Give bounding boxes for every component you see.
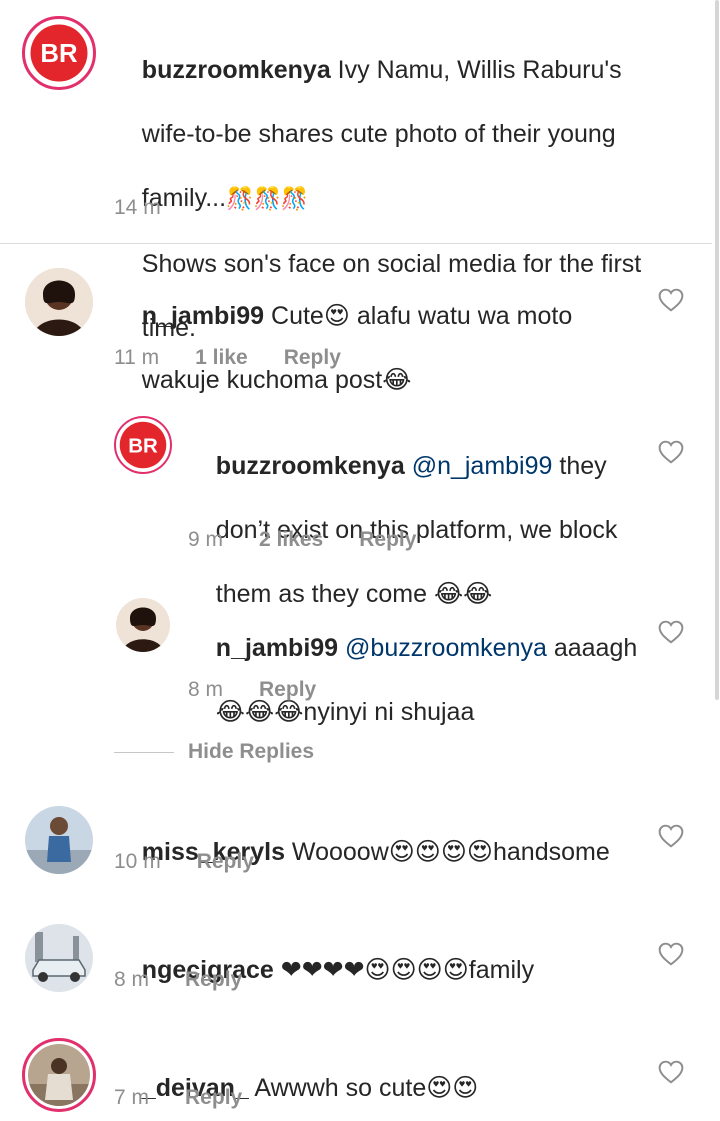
comment-meta: 7 m Reply [114,1086,242,1110]
like-heart-button[interactable] [658,1060,684,1084]
comment-time: 8 m [114,968,150,991]
comment-line1: Cute😍 alafu watu wa moto [264,302,573,330]
reply-button[interactable]: Reply [284,346,341,370]
reply-avatar[interactable]: BR [114,416,172,474]
like-heart-button[interactable] [658,288,684,312]
comment-avatar[interactable] [25,924,93,992]
user-avatar-icon [25,268,93,336]
user-avatar-icon [28,1044,90,1106]
hide-replies-label: Hide Replies [188,740,315,763]
like-heart-button[interactable] [658,620,684,644]
reply-line1: they [552,452,607,480]
reply-mention[interactable]: @n_jambi99 [412,452,553,480]
reply-likes[interactable]: 2 likes [259,528,323,552]
comment-line2: wakuje kuchoma post😂 [141,366,412,394]
like-heart-button[interactable] [658,942,684,966]
reply-meta: 8 m Reply [188,678,316,702]
comment-username[interactable]: n_jambi99 [142,302,264,330]
user-avatar-icon [116,598,170,652]
caption-meta: 14 m [114,196,161,220]
comment-time: 7 m [114,1086,150,1109]
caption-time: 14 m [114,196,161,219]
scrollbar-thumb[interactable] [715,0,719,700]
comment-avatar[interactable] [25,806,93,874]
comment-meta: 10 m Reply [114,850,254,874]
like-heart-button[interactable] [658,824,684,848]
heart-icon [658,942,684,966]
comment-likes[interactable]: 1 like [195,346,248,370]
reply-button[interactable]: Reply [197,850,254,874]
reply-time: 9 m [188,528,224,551]
caption-line3-emoji: 🎊🎊🎊 [226,187,309,212]
caption-line2: wife-to-be shares cute photo of their yo… [141,120,616,148]
reply-line1: aaaagh [546,634,638,662]
reply-meta: 9 m 2 likes Reply [188,528,416,552]
comment-time: 11 m [114,346,160,369]
caption-line1: Ivy Namu, Willis Raburu's [330,56,622,84]
heart-icon [658,620,684,644]
reply-avatar[interactable] [116,598,170,652]
reply-time: 8 m [188,678,224,701]
heart-icon [658,824,684,848]
hide-replies-button[interactable]: Hide Replies [114,740,314,764]
comment-time: 10 m [114,850,161,873]
comment-line1: Awwwh so cute😍😍 [248,1074,479,1102]
hide-replies-line [114,751,174,753]
reply-username[interactable]: buzzroomkenya [216,452,405,480]
reply-button[interactable]: Reply [359,528,416,552]
comment-line1: Woooow😍😍😍😍handsome [284,838,610,866]
heart-icon [658,288,684,312]
svg-text:BR: BR [40,40,78,68]
comment-meta: 8 m Reply [114,968,242,992]
post-caption: BR buzzroomkenya Ivy Namu, Willis Raburu… [0,0,712,342]
reply-line2: 😂😂😂nyinyi ni shujaa [215,698,475,726]
svg-text:BR: BR [128,434,158,457]
comment-avatar[interactable] [22,1038,96,1112]
comment-meta: 11 m 1 like Reply [114,346,341,370]
reply-button[interactable]: Reply [185,1086,242,1110]
heart-icon [658,1060,684,1084]
caption-avatar[interactable]: BR [22,16,96,90]
comment-line1: ❤❤❤❤😍😍😍😍family [273,956,535,984]
user-avatar-icon [25,806,93,874]
reply-button[interactable]: Reply [259,678,316,702]
buzzroom-logo-icon: BR [119,421,167,469]
like-heart-button[interactable] [658,440,684,464]
reply-button[interactable]: Reply [185,968,242,992]
scrollbar-track[interactable] [714,0,720,1121]
reply-username[interactable]: n_jambi99 [216,634,338,662]
comment-avatar[interactable] [25,268,93,336]
caption-username[interactable]: buzzroomkenya [142,56,331,84]
heart-icon [658,440,684,464]
car-avatar-icon [25,924,93,992]
reply-mention[interactable]: @buzzroomkenya [345,634,547,662]
buzzroom-logo-icon: BR [30,24,88,82]
